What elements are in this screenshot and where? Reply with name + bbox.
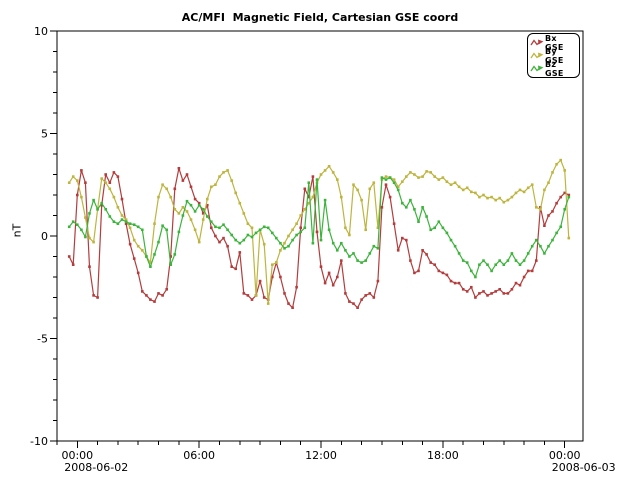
svg-text:18:00: 18:00 <box>427 449 459 462</box>
bz-line-marker-icon <box>530 64 544 74</box>
svg-text:5: 5 <box>41 128 48 141</box>
legend: Bx GSE By GSE Bz GSE <box>527 33 580 78</box>
svg-text:12:00: 12:00 <box>305 449 337 462</box>
svg-text:2008-06-02: 2008-06-02 <box>64 461 128 474</box>
bx-line-marker-icon <box>530 38 544 48</box>
svg-text:-5: -5 <box>37 333 48 346</box>
legend-label-bz: Bz GSE <box>545 60 576 78</box>
svg-text:06:00: 06:00 <box>183 449 215 462</box>
svg-text:-10: -10 <box>30 435 48 448</box>
svg-text:10: 10 <box>34 25 48 38</box>
svg-text:0: 0 <box>41 230 48 243</box>
legend-entry-bz: Bz GSE <box>530 62 576 75</box>
by-line-marker-icon <box>530 51 544 61</box>
svg-text:2008-06-03: 2008-06-03 <box>552 461 616 474</box>
magnetic-field-plot: AC/MFI Magnetic Field, Cartesian GSE coo… <box>0 0 640 480</box>
